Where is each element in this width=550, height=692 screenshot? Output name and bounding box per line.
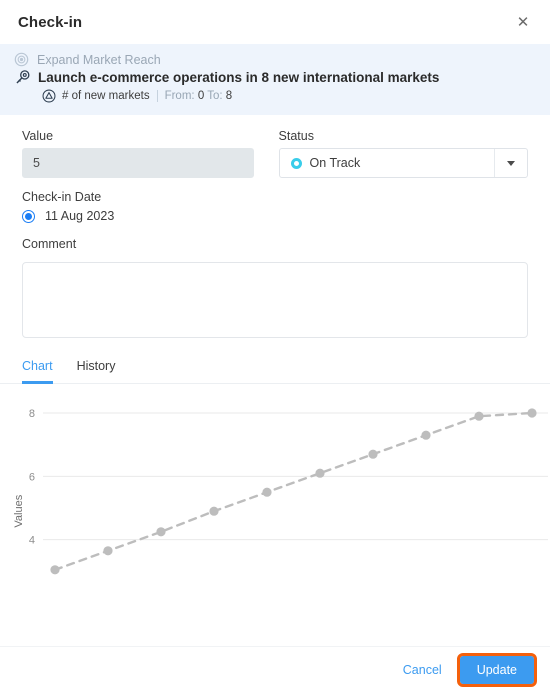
target-icon <box>14 52 29 67</box>
comment-label: Comment <box>22 237 77 251</box>
status-dot-icon <box>290 157 302 169</box>
dialog-header: Check-in ✕ <box>0 0 550 44</box>
metric-triangle-icon <box>42 89 56 103</box>
checkin-date-radio[interactable] <box>22 209 35 223</box>
objective-row: Expand Market Reach <box>14 52 550 67</box>
cancel-button[interactable]: Cancel <box>393 657 452 683</box>
comment-input[interactable] <box>22 262 528 338</box>
svg-text:4: 4 <box>29 535 35 547</box>
checkin-date-label: Check-in Date <box>22 190 102 204</box>
value-input[interactable] <box>22 148 254 178</box>
value-field-group: Value <box>22 129 254 178</box>
checkin-form: Value Status On Track Check-in Date 11 A… <box>0 115 550 343</box>
checkin-date-value: 11 Aug 2023 <box>45 209 115 223</box>
status-value: On Track <box>309 156 361 170</box>
range-to-value: 8 <box>225 90 233 102</box>
key-result-label: Launch e-commerce operations in 8 new in… <box>38 70 440 85</box>
range-to-label: To: <box>207 90 223 102</box>
comment-group: Comment <box>22 237 528 343</box>
key-icon <box>14 69 31 86</box>
tab-history[interactable]: History <box>77 359 116 384</box>
objective-label: Expand Market Reach <box>37 52 161 67</box>
checkin-date-group: Check-in Date 11 Aug 2023 <box>22 190 528 223</box>
tab-bar: Chart History <box>0 359 550 384</box>
status-field-group: Status On Track <box>278 129 528 178</box>
value-status-row: Value Status On Track <box>22 129 528 178</box>
page-title: Check-in <box>18 13 83 31</box>
metric-range: From: 0 To: 8 <box>165 90 233 102</box>
status-label: Status <box>278 129 314 143</box>
chevron-down-icon[interactable] <box>494 149 527 177</box>
value-label: Value <box>22 129 54 143</box>
svg-text:8: 8 <box>29 408 35 420</box>
status-select[interactable]: On Track <box>278 148 528 178</box>
dialog-footer: Cancel Update <box>0 646 550 692</box>
range-from-value: 0 <box>197 90 205 102</box>
metric-row: # of new markets From: 0 To: 8 <box>42 89 550 103</box>
tab-chart[interactable]: Chart <box>22 359 53 384</box>
key-result-row: Launch e-commerce operations in 8 new in… <box>14 69 550 86</box>
update-button[interactable]: Update <box>456 652 538 687</box>
context-banner: Expand Market Reach Launch e-commerce op… <box>0 44 550 115</box>
chart-panel: 4 6 8 Values <box>0 384 550 594</box>
checkin-date-row[interactable]: 11 Aug 2023 <box>22 209 528 223</box>
close-icon[interactable]: ✕ <box>512 11 534 33</box>
metric-name: # of new markets <box>62 90 158 102</box>
svg-text:Values: Values <box>13 494 25 527</box>
progress-line-chart: 4 6 8 Values <box>13 408 548 575</box>
range-from-label: From: <box>164 90 195 102</box>
svg-text:6: 6 <box>29 471 35 483</box>
